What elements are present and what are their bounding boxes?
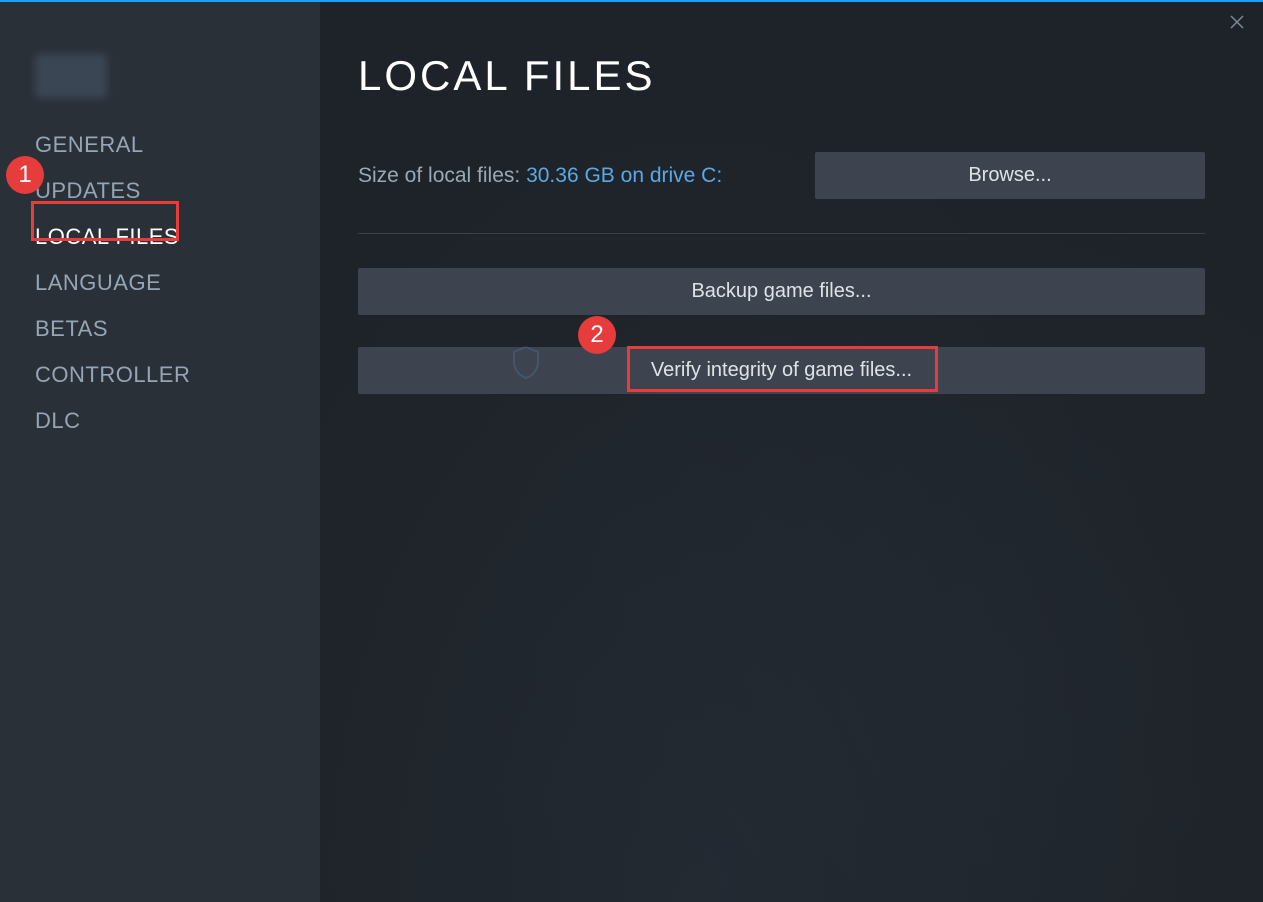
size-label-text: Size of local files:: [358, 164, 526, 187]
page-title: LOCAL FILES: [358, 52, 1205, 100]
annotation-badge-2: 2: [578, 316, 616, 354]
sidebar-item-language[interactable]: LANGUAGE: [35, 260, 320, 306]
sidebar-item-local-files[interactable]: LOCAL FILES: [35, 214, 320, 260]
sidebar-item-controller[interactable]: CONTROLLER: [35, 352, 320, 398]
verify-integrity-button[interactable]: Verify integrity of game files...: [358, 347, 1205, 394]
backup-game-files-button[interactable]: Backup game files...: [358, 268, 1205, 315]
sidebar-item-general[interactable]: GENERAL: [35, 122, 320, 168]
size-value: 30.36 GB on drive C:: [526, 164, 722, 187]
sidebar-item-dlc[interactable]: DLC: [35, 398, 320, 444]
section-divider: [358, 233, 1205, 234]
sidebar-item-updates[interactable]: UPDATES: [35, 168, 320, 214]
browse-button[interactable]: Browse...: [815, 152, 1205, 199]
size-label: Size of local files: 30.36 GB on drive C…: [358, 164, 722, 188]
main-panel: LOCAL FILES Size of local files: 30.36 G…: [320, 2, 1263, 902]
size-row: Size of local files: 30.36 GB on drive C…: [358, 152, 1205, 199]
game-logo-placeholder: [35, 54, 107, 98]
sidebar-nav: GENERAL UPDATES LOCAL FILES LANGUAGE BET…: [35, 122, 320, 444]
close-icon: [1228, 13, 1246, 31]
annotation-badge-1: 1: [6, 156, 44, 194]
close-button[interactable]: [1225, 10, 1249, 34]
sidebar: GENERAL UPDATES LOCAL FILES LANGUAGE BET…: [0, 2, 320, 902]
sidebar-item-betas[interactable]: BETAS: [35, 306, 320, 352]
